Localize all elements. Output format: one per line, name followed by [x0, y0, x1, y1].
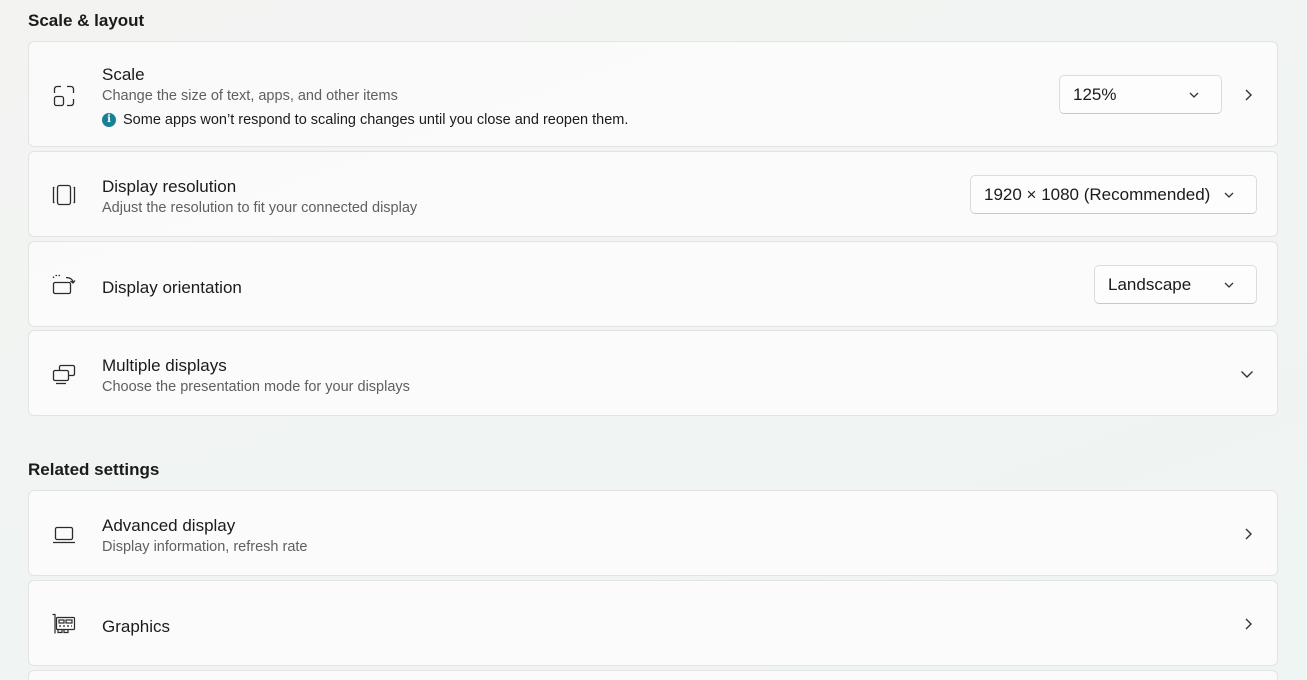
section-title-scale-layout: Scale & layout	[28, 11, 145, 30]
chevron-right-icon	[1245, 528, 1252, 540]
graphics-card-icon	[51, 611, 77, 637]
multiple-displays-card[interactable]: Multiple displays Choose the presentatio…	[28, 330, 1278, 416]
resolution-card: Display resolution Adjust the resolution…	[28, 151, 1278, 237]
scale-subtitle: Change the size of text, apps, and other…	[102, 88, 398, 104]
chevron-down-icon	[1224, 192, 1234, 198]
orientation-title: Display orientation	[102, 278, 242, 297]
scale-note: i Some apps won’t respond to scaling cha…	[102, 110, 628, 130]
scale-title: Scale	[102, 65, 145, 84]
scale-dropdown-value: 125%	[1073, 84, 1117, 104]
laptop-icon	[51, 521, 77, 547]
multiple-displays-subtitle: Choose the presentation mode for your di…	[102, 379, 410, 395]
chevron-right-icon	[1245, 618, 1252, 630]
advanced-display-card[interactable]: Advanced display Display information, re…	[28, 490, 1278, 576]
orientation-dropdown[interactable]: Landscape	[1094, 265, 1257, 304]
chevron-down-icon	[1189, 92, 1199, 98]
orientation-dropdown-value: Landscape	[1108, 274, 1192, 294]
chevron-right-icon[interactable]	[1241, 88, 1255, 102]
orientation-icon	[51, 272, 77, 298]
info-icon: i	[102, 113, 116, 127]
advanced-display-subtitle: Display information, refresh rate	[102, 539, 308, 555]
section-title-related-settings: Related settings	[28, 460, 160, 479]
resolution-dropdown[interactable]: 1920 × 1080 (Recommended)	[970, 175, 1257, 214]
scale-note-text: Some apps won’t respond to scaling chang…	[123, 112, 629, 128]
scale-card: Scale Change the size of text, apps, and…	[28, 41, 1278, 147]
multiple-displays-title: Multiple displays	[102, 356, 227, 375]
resolution-subtitle: Adjust the resolution to fit your connec…	[102, 200, 418, 216]
resolution-dropdown-value: 1920 × 1080 (Recommended)	[984, 184, 1211, 204]
multiple-displays-icon	[51, 361, 77, 387]
orientation-card: Display orientation Landscape	[28, 241, 1278, 327]
resolution-icon	[51, 182, 77, 208]
resolution-title: Display resolution	[102, 177, 237, 196]
chevron-down-icon	[1224, 282, 1234, 288]
graphics-card[interactable]: Graphics	[28, 580, 1278, 666]
scale-icon	[51, 83, 77, 109]
chevron-down-icon[interactable]	[1239, 366, 1255, 382]
next-card-partial[interactable]	[28, 670, 1278, 680]
advanced-display-title: Advanced display	[102, 516, 236, 535]
scale-dropdown[interactable]: 125%	[1059, 75, 1222, 114]
graphics-title: Graphics	[102, 617, 171, 636]
